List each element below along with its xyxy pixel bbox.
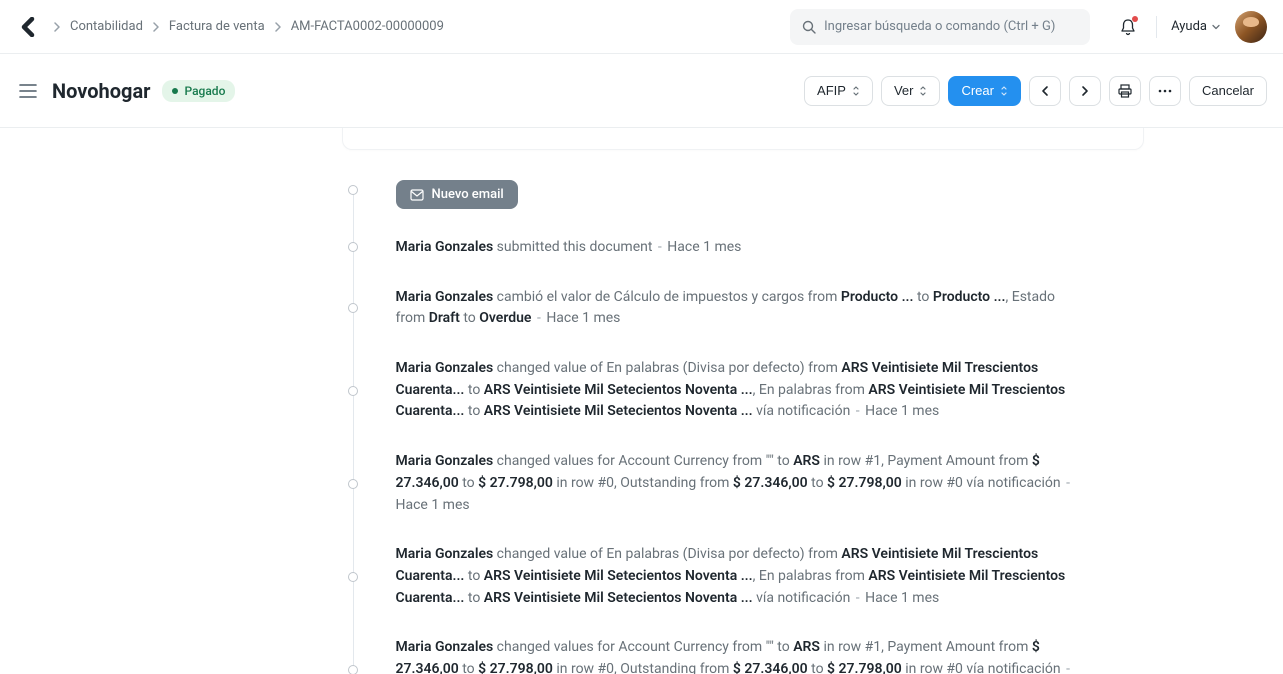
cancel-button[interactable]: Cancelar <box>1189 76 1267 106</box>
status-label: Pagado <box>184 84 225 98</box>
status-badge: Pagado <box>162 80 235 102</box>
timeline-entry: Maria Gonzales changed values for Accoun… <box>396 451 1144 516</box>
search-icon <box>802 20 816 34</box>
page-body[interactable]: Nuevo email Maria Gonzales submitted thi… <box>0 128 1283 674</box>
page-header: Novohogar Pagado AFIP Ver Crear <box>0 54 1283 128</box>
menu-toggle-button[interactable] <box>16 79 40 103</box>
next-button[interactable] <box>1069 76 1101 106</box>
ver-menu-button[interactable]: Ver <box>881 76 941 106</box>
prev-button[interactable] <box>1029 76 1061 106</box>
chevron-left-icon <box>1040 85 1050 97</box>
breadcrumb: Contabilidad Factura de venta AM-FACTA00… <box>52 19 782 34</box>
status-dot-icon <box>172 88 178 94</box>
timeline-marker-icon <box>348 386 358 396</box>
breadcrumb-item-doc[interactable]: AM-FACTA0002-00000009 <box>291 19 444 34</box>
timeline-entry: Maria Gonzales changed value of En palab… <box>396 544 1144 609</box>
timeline-entry-text: Maria Gonzales changed values for Accoun… <box>396 637 1076 674</box>
cancel-label: Cancelar <box>1202 83 1254 98</box>
chevron-right-icon <box>1080 85 1090 97</box>
timeline-entry-text: Maria Gonzales submitted this document -… <box>396 237 1076 259</box>
page-title: Novohogar <box>52 79 150 103</box>
timeline-entry: Maria Gonzales changed values for Accoun… <box>396 637 1144 674</box>
timeline-entry-text: Maria Gonzales changed value of En palab… <box>396 544 1076 609</box>
timeline-entry-text: Maria Gonzales changed values for Accoun… <box>396 451 1076 516</box>
dots-horizontal-icon <box>1158 89 1172 93</box>
select-icon <box>852 85 860 97</box>
mail-icon <box>410 189 424 201</box>
breadcrumb-item-factura[interactable]: Factura de venta <box>169 19 265 34</box>
app-logo[interactable] <box>16 15 40 39</box>
page-actions: AFIP Ver Crear <box>804 76 1267 106</box>
notifications-button[interactable] <box>1114 13 1142 41</box>
timeline-compose: Nuevo email <box>396 180 1144 209</box>
more-menu-button[interactable] <box>1149 76 1181 106</box>
notification-dot-icon <box>1132 16 1138 22</box>
breadcrumb-item-contabilidad[interactable]: Contabilidad <box>70 19 143 34</box>
ver-label: Ver <box>894 83 914 98</box>
help-label: Ayuda <box>1171 19 1207 34</box>
form-card-bottom <box>342 128 1144 150</box>
new-email-label: Nuevo email <box>432 187 504 202</box>
search-placeholder: Ingresar búsqueda o comando (Ctrl + G) <box>824 19 1055 34</box>
timeline-entry: Maria Gonzales cambió el valor de Cálcul… <box>396 287 1144 330</box>
timeline-entry: Maria Gonzales submitted this document -… <box>396 237 1144 259</box>
timeline: Nuevo email Maria Gonzales submitted thi… <box>342 180 1144 674</box>
content-column: Nuevo email Maria Gonzales submitted thi… <box>120 128 1164 674</box>
timeline-marker-icon <box>348 479 358 489</box>
timeline-entry-text: Maria Gonzales changed value of En palab… <box>396 358 1076 423</box>
search-input[interactable]: Ingresar búsqueda o comando (Ctrl + G) <box>790 9 1090 45</box>
timeline-entry-text: Maria Gonzales cambió el valor de Cálcul… <box>396 287 1076 330</box>
select-icon <box>919 85 927 97</box>
timeline-marker-icon <box>348 242 358 252</box>
help-button[interactable]: Ayuda <box>1171 19 1221 34</box>
new-email-button[interactable]: Nuevo email <box>396 180 518 209</box>
navbar-right: Ayuda <box>1114 11 1267 43</box>
timeline-entry: Maria Gonzales changed value of En palab… <box>396 358 1144 423</box>
divider <box>1156 16 1157 38</box>
avatar[interactable] <box>1235 11 1267 43</box>
afip-menu-button[interactable]: AFIP <box>804 76 873 106</box>
printer-icon <box>1117 83 1133 99</box>
print-button[interactable] <box>1109 76 1141 106</box>
timeline-marker-icon <box>348 303 358 313</box>
crear-button[interactable]: Crear <box>948 76 1021 106</box>
afip-label: AFIP <box>817 83 846 98</box>
chevron-down-icon <box>1211 22 1221 32</box>
timeline-marker-icon <box>348 185 358 195</box>
select-icon <box>1000 85 1008 97</box>
chevron-right-icon <box>52 22 62 32</box>
timeline-marker-icon <box>348 665 358 674</box>
chevron-right-icon <box>273 22 283 32</box>
timeline-marker-icon <box>348 572 358 582</box>
navbar: Contabilidad Factura de venta AM-FACTA00… <box>0 0 1283 54</box>
chevron-right-icon <box>151 22 161 32</box>
crear-label: Crear <box>961 83 994 98</box>
